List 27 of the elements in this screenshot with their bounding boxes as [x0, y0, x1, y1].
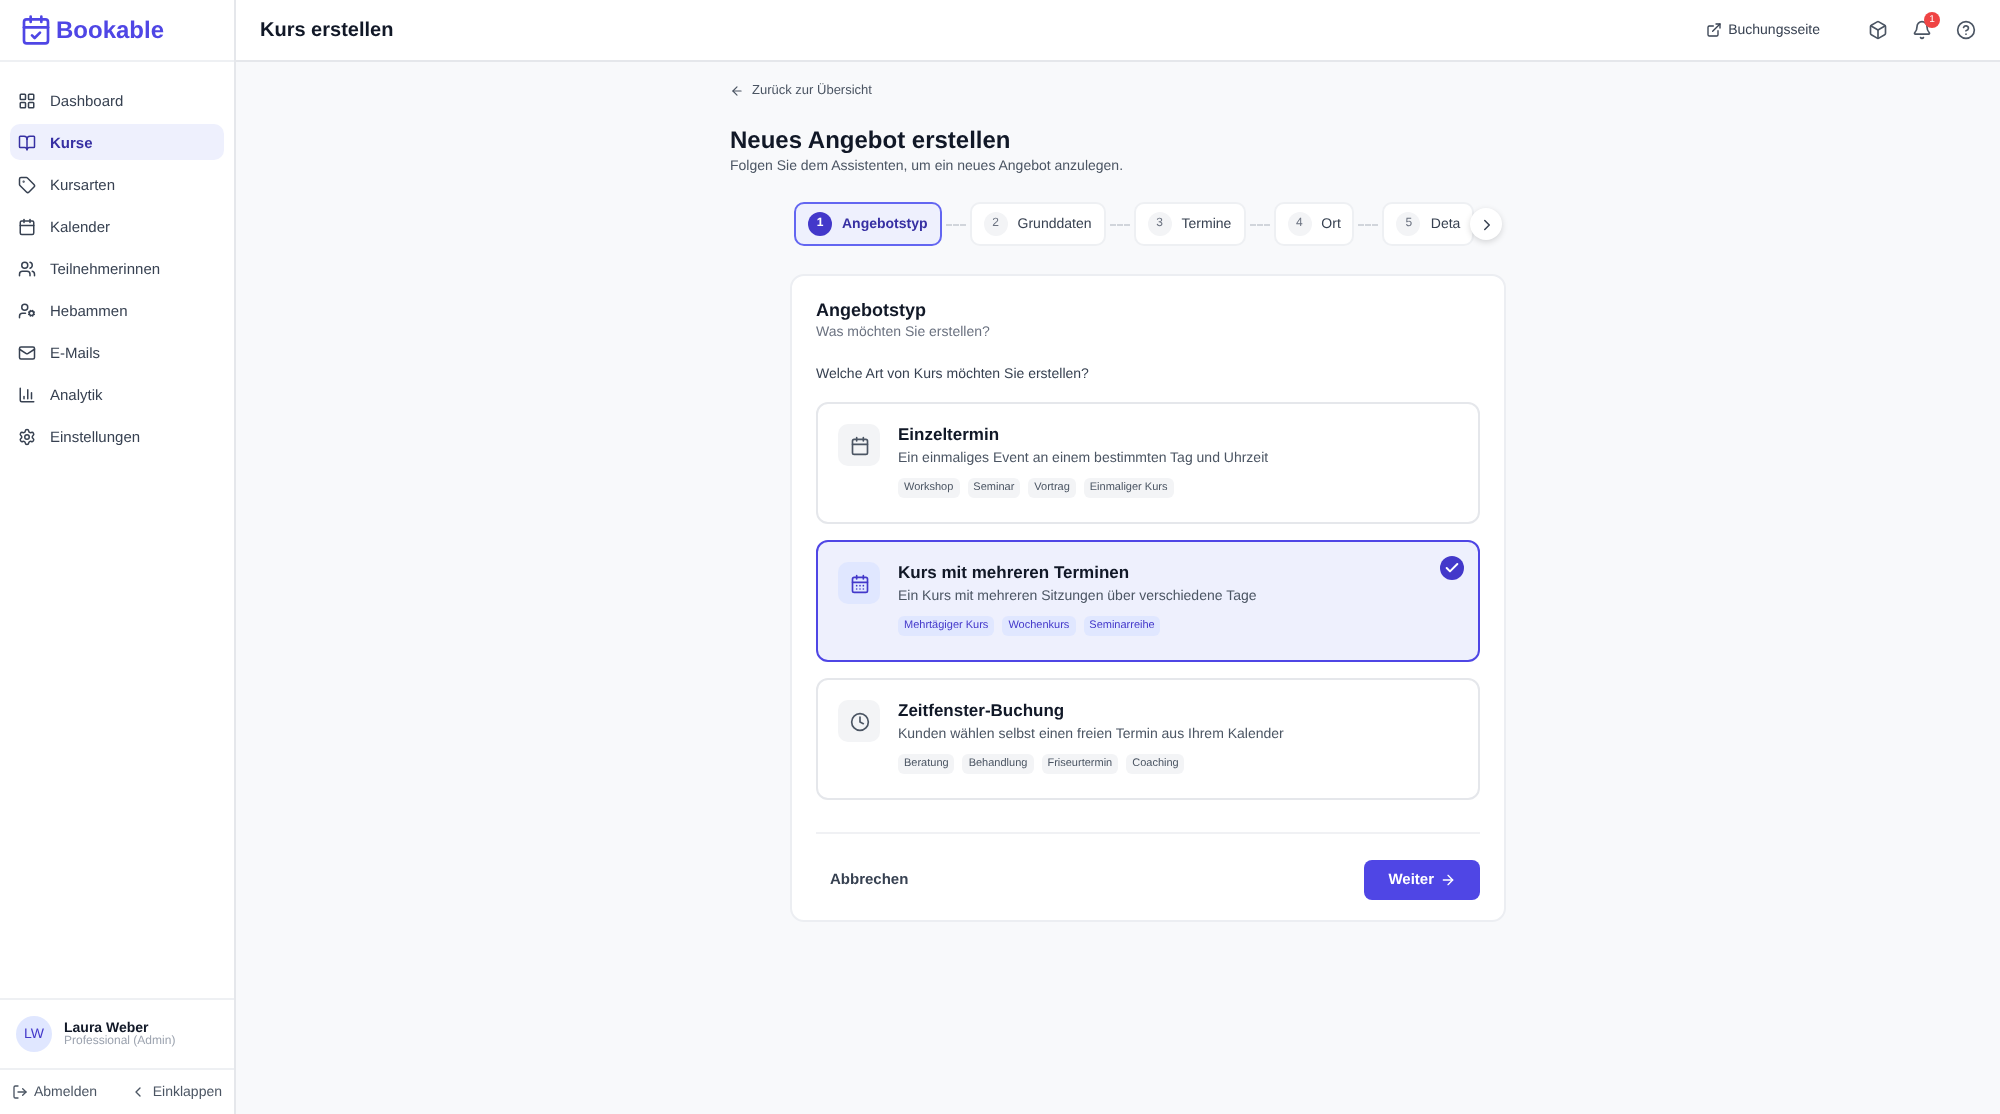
grid-icon [18, 91, 36, 109]
calendar-icon [18, 217, 36, 235]
book-icon [18, 133, 36, 151]
logo-icon [20, 14, 52, 46]
page-title: Kurs erstellen [260, 19, 396, 41]
arrow-left-icon [730, 84, 744, 98]
clock-icon [838, 700, 880, 742]
calendar-icon [838, 424, 880, 466]
brand-name: Bookable [56, 16, 165, 44]
option-title: Kurs mit mehreren Terminen [898, 562, 1132, 582]
settings-icon [18, 427, 36, 445]
bar-chart-icon [18, 385, 36, 403]
mail-icon [18, 343, 36, 361]
tag-icon [18, 175, 36, 193]
user-gear-icon [18, 301, 36, 319]
calendar-icon [838, 562, 880, 604]
option-title: Einzeltermin [898, 424, 1002, 444]
external-link-icon [1706, 22, 1723, 38]
users-icon [18, 259, 36, 277]
help-icon[interactable] [1956, 20, 1976, 40]
box-icon[interactable] [1868, 20, 1888, 40]
check-icon [1440, 556, 1464, 580]
option-title: Zeitfenster-Buchung [898, 700, 1067, 720]
arrow-right-icon [1440, 871, 1456, 887]
card-title: Angebotstyp [816, 300, 928, 320]
logout-icon [12, 1084, 28, 1100]
page-heading: Neues Angebot erstellen [730, 126, 1013, 154]
